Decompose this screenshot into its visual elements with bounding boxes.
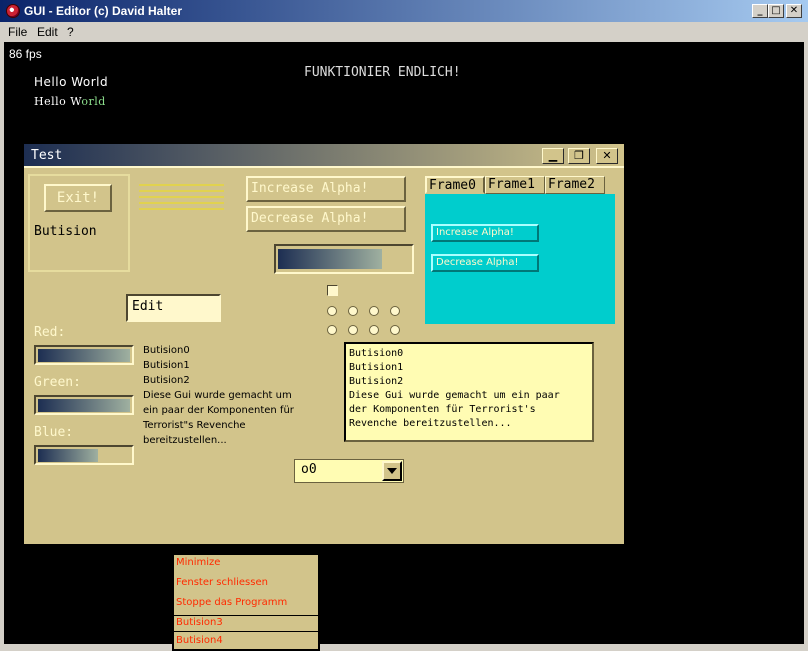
blue-slider-fill — [38, 449, 98, 462]
checkbox[interactable] — [327, 285, 338, 296]
green-slider[interactable] — [34, 395, 134, 415]
radio-button[interactable] — [348, 306, 358, 316]
tab-frame2[interactable]: Frame2 — [545, 176, 605, 194]
close-button[interactable]: ✕ — [786, 4, 802, 18]
radio-button[interactable] — [369, 325, 379, 335]
hello-world-serif-text: Hello World — [34, 95, 106, 108]
list-item: Butision0 — [143, 345, 190, 356]
text-area[interactable]: Butision0 Butision1 Butision2 Diese Gui … — [344, 342, 594, 442]
radio-button[interactable] — [348, 325, 358, 335]
gui-restore-button[interactable]: ❐ — [568, 148, 590, 164]
test-window-titlebar[interactable]: Test ▁ ❐ ✕ — [24, 144, 624, 168]
red-slider-fill — [38, 349, 130, 362]
gui-minimize-button[interactable]: ▁ — [542, 148, 564, 164]
list-item: Butision2 — [143, 375, 190, 386]
decorative-lines — [139, 184, 224, 220]
tab-page-frame0: Increase Alpha! Decrease Alpha! — [425, 194, 615, 324]
radio-button[interactable] — [369, 306, 379, 316]
text-area-line: Revenche bereitzustellen... — [349, 418, 512, 429]
radio-button[interactable] — [327, 306, 337, 316]
alpha-progress — [274, 244, 414, 274]
increase-alpha-button[interactable]: Increase Alpha! — [246, 176, 406, 202]
exit-button[interactable]: Exit! — [44, 184, 112, 212]
list-item: Terrorist"s Revenche — [143, 420, 246, 431]
render-canvas: 86 fps Hello World Hello World FUNKTIONI… — [4, 42, 804, 651]
hello-world-serif-part1: Hello W — [34, 95, 82, 108]
list-item: bereitzustellen... — [143, 435, 227, 446]
banner-text: FUNKTIONIER ENDLICH! — [304, 65, 461, 80]
red-label: Red: — [34, 325, 66, 340]
blue-label: Blue: — [34, 425, 74, 440]
menu-bar: File Edit ? — [0, 22, 808, 42]
decrease-alpha-button[interactable]: Decrease Alpha! — [246, 206, 406, 232]
test-window-title: Test — [31, 148, 63, 163]
menu-file[interactable]: File — [8, 25, 27, 39]
minimize-button[interactable]: _ — [752, 4, 768, 18]
combo-value: o0 — [301, 462, 317, 477]
list-item: ein paar der Komponenten für — [143, 405, 294, 416]
tab-increase-alpha-button[interactable]: Increase Alpha! — [431, 224, 539, 242]
alpha-progress-fill — [278, 249, 382, 269]
tab-frame1[interactable]: Frame1 — [485, 176, 545, 194]
menu-item-close-window[interactable]: Fenster schliessen — [176, 575, 318, 593]
tab-decrease-alpha-button[interactable]: Decrease Alpha! — [431, 254, 539, 272]
text-area-line: Diese Gui wurde gemacht um ein paar — [349, 390, 560, 401]
list-item: Diese Gui wurde gemacht um — [143, 390, 292, 401]
app-icon[interactable] — [6, 4, 20, 18]
menu-edit[interactable]: Edit — [37, 25, 58, 39]
radio-button[interactable] — [390, 325, 400, 335]
context-menu: Minimize Fenster schliessen Stoppe das P… — [172, 553, 320, 651]
edit-field[interactable]: Edit — [126, 294, 221, 322]
test-window: Test ▁ ❐ ✕ Exit! Butision Increase Alpha… — [24, 144, 624, 651]
menu-separator — [174, 631, 318, 632]
text-area-line: Butision1 — [349, 362, 404, 373]
hello-world-text: Hello World — [34, 75, 109, 89]
text-list: Butision0 Butision1 Butision2 Diese Gui … — [143, 343, 294, 448]
text-area-line: der Komponenten für Terrorist's — [349, 404, 536, 415]
menu-item-butision4[interactable]: Butision4 — [176, 633, 318, 651]
green-slider-fill — [38, 399, 130, 412]
hello-world-serif-part2: orld — [81, 95, 106, 108]
butision-label: Butision — [34, 224, 97, 239]
tab-frame0[interactable]: Frame0 — [425, 176, 485, 194]
radio-button[interactable] — [327, 325, 337, 335]
maximize-button[interactable]: □ — [768, 4, 784, 18]
text-area-line: Butision2 — [349, 376, 404, 387]
list-item: Butision1 — [143, 360, 190, 371]
os-title-bar: GUI - Editor (c) David Halter _ □ ✕ — [0, 0, 808, 22]
menu-item-minimize[interactable]: Minimize — [176, 555, 318, 573]
fps-counter: 86 fps — [9, 47, 42, 61]
menu-item-stop-program[interactable]: Stoppe das Programm — [176, 595, 318, 613]
red-slider[interactable] — [34, 345, 134, 365]
chevron-down-icon[interactable] — [382, 461, 402, 481]
gui-close-button[interactable]: ✕ — [596, 148, 618, 164]
text-area-line: Butision0 — [349, 348, 404, 359]
combo-box[interactable]: o0 — [294, 459, 404, 483]
blue-slider[interactable] — [34, 445, 134, 465]
tab-control: Frame0 Frame1 Frame2 Increase Alpha! Dec… — [425, 176, 615, 326]
green-label: Green: — [34, 375, 81, 390]
radio-button[interactable] — [390, 306, 400, 316]
menu-help[interactable]: ? — [67, 25, 74, 39]
window-title: GUI - Editor (c) David Halter — [24, 4, 183, 18]
